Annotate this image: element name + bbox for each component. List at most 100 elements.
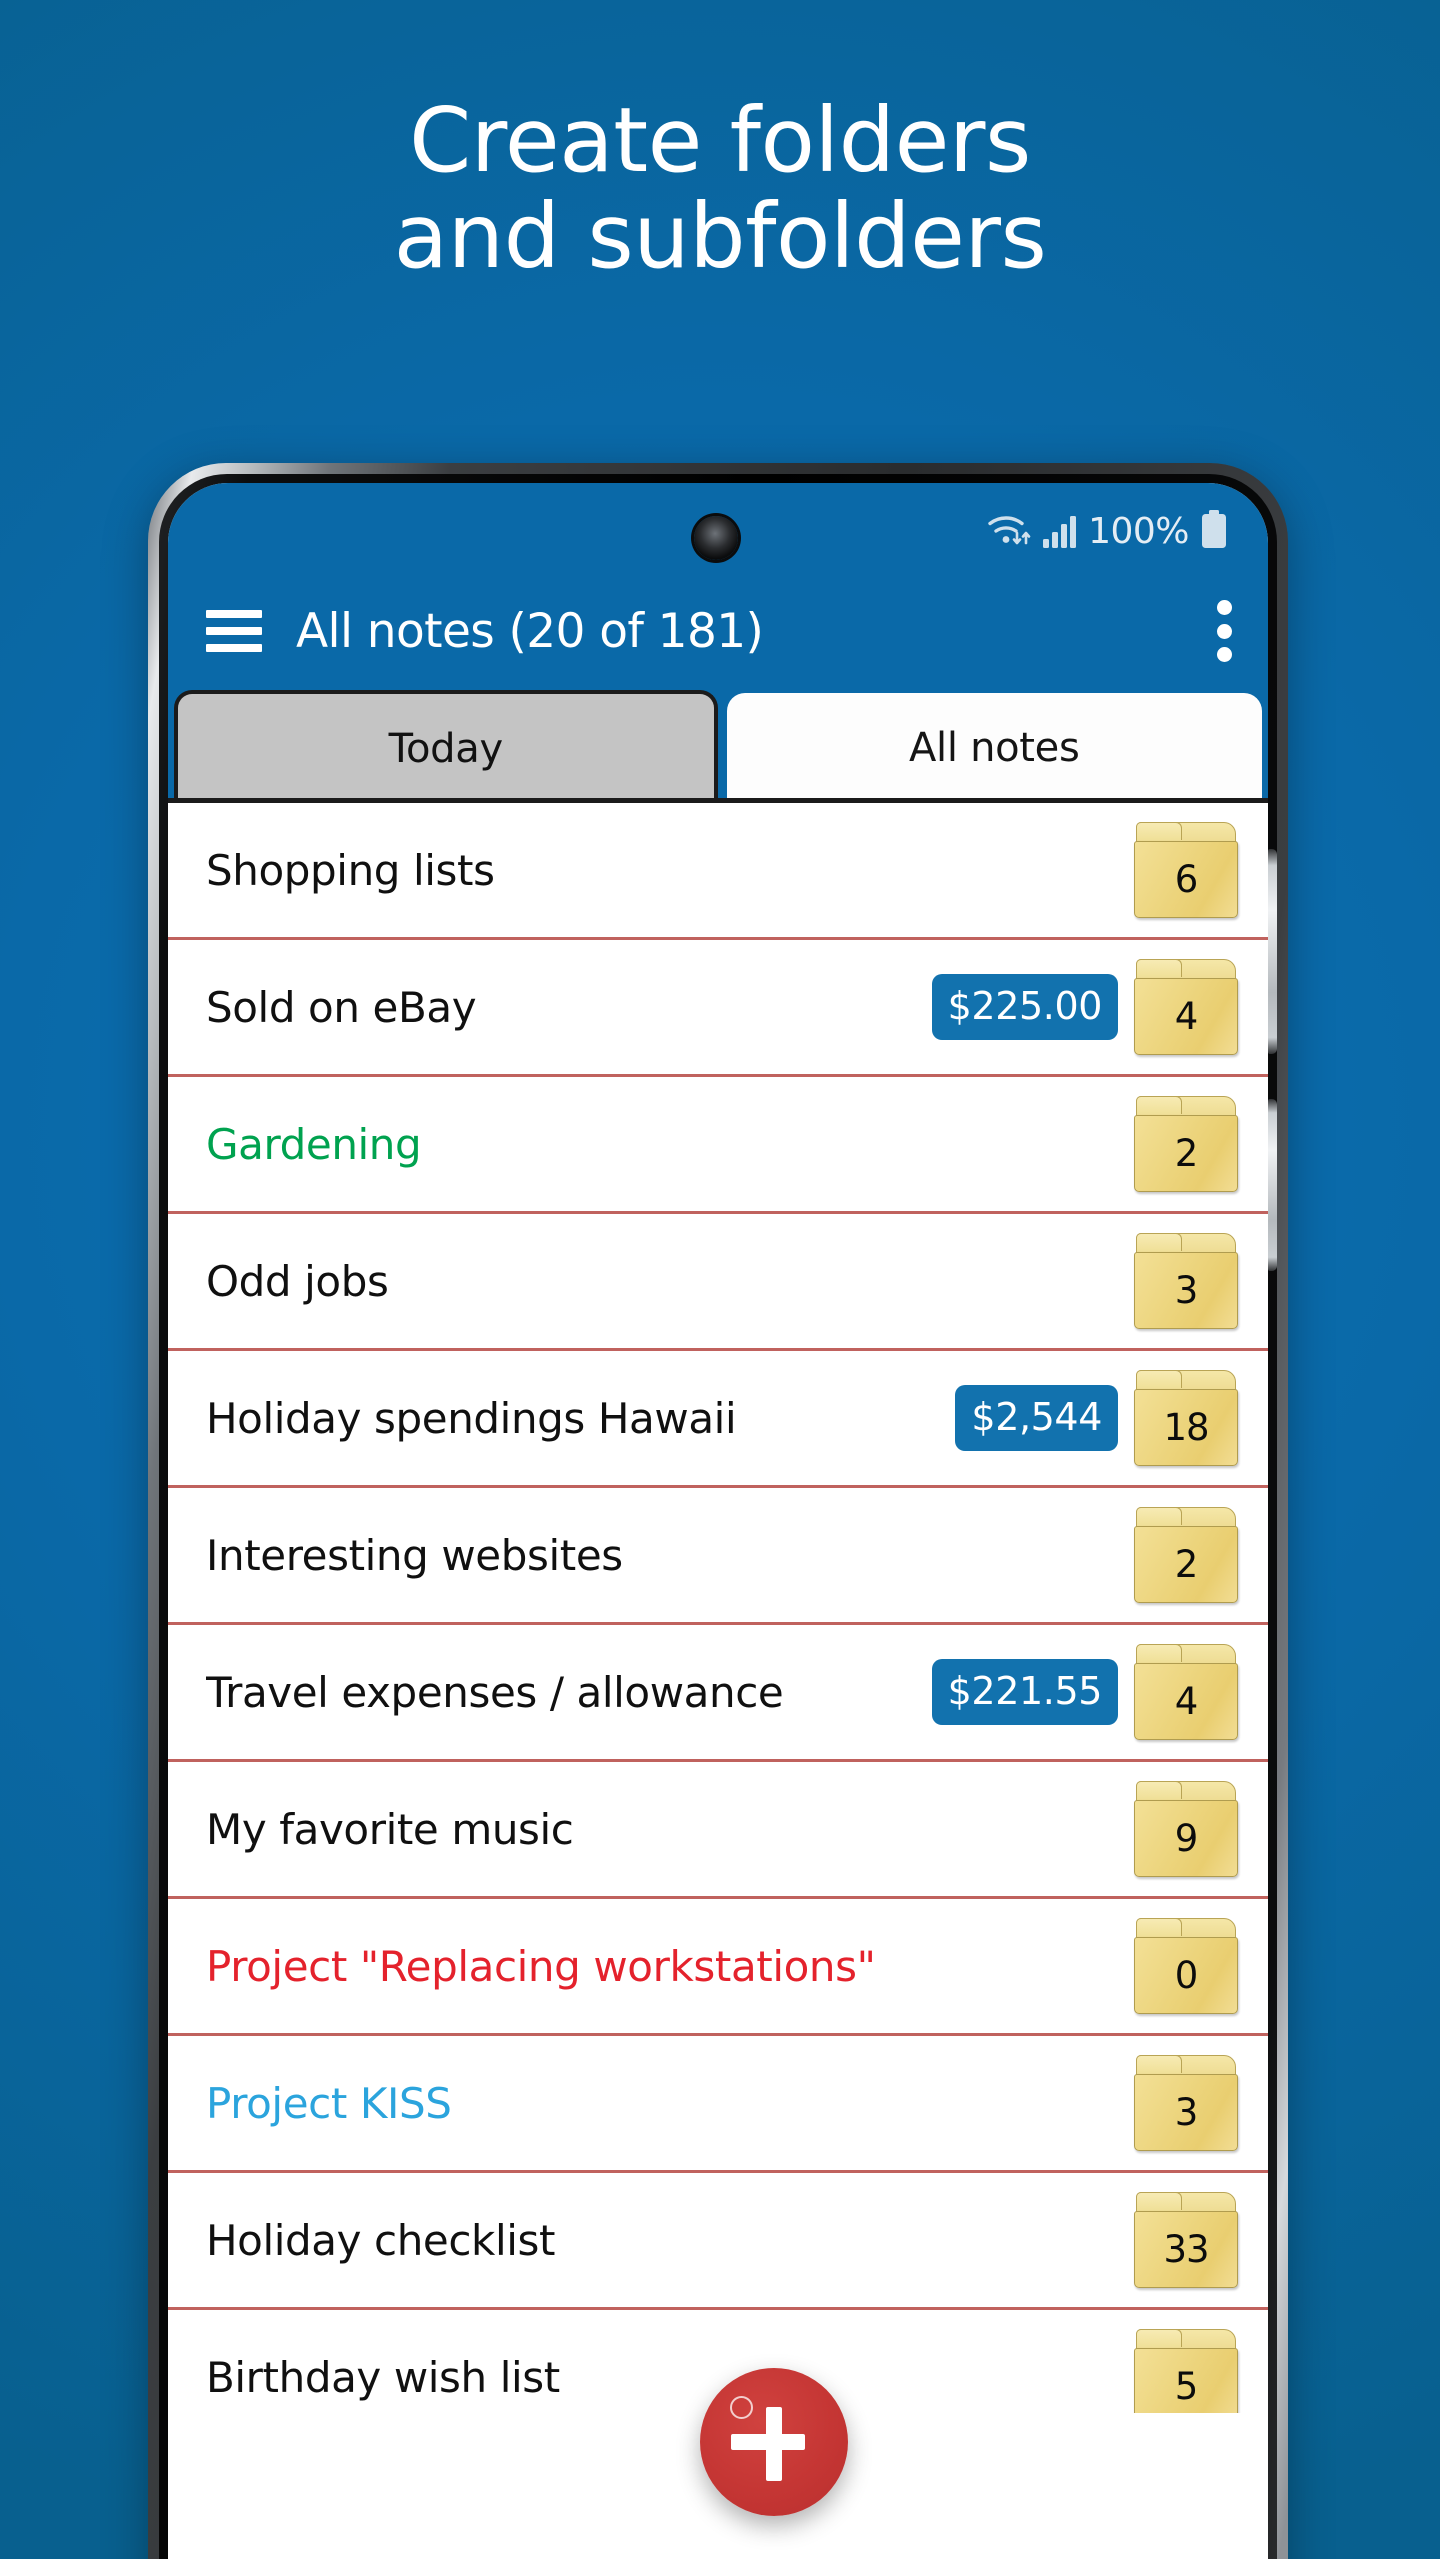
notes-list[interactable]: Shopping lists 6 Sold on eBay $225.00 4 Garde… [168, 803, 1268, 2413]
folder-tab [1136, 1096, 1182, 1114]
folder-front: 4 [1134, 1663, 1238, 1740]
volume-rocker-button[interactable] [1268, 849, 1277, 1054]
tab-all-notes[interactable]: All notes [726, 693, 1262, 803]
note-amount-badge: $225.00 [931, 974, 1118, 1040]
hamburger-menu-icon[interactable] [206, 610, 262, 652]
overflow-dot [1216, 647, 1232, 662]
folder-tab [1136, 822, 1182, 840]
folder-front: 9 [1134, 1800, 1238, 1877]
note-row-title: Holiday checklist [206, 2215, 556, 2265]
folder-front: 6 [1134, 841, 1238, 918]
folder-front: 2 [1134, 1526, 1238, 1603]
wifi-icon [986, 510, 1032, 555]
note-row-title: My favorite music [206, 1804, 574, 1854]
note-row[interactable]: Shopping lists 6 [168, 803, 1268, 940]
status-bar: 100% [168, 483, 1268, 577]
front-camera-icon [694, 516, 738, 560]
folder-count-label: 2 [1174, 1132, 1199, 1175]
folder-tab [1136, 1507, 1182, 1525]
app-bar: All notes (20 of 181) [168, 577, 1268, 685]
folder-count-label: 4 [1174, 1680, 1199, 1723]
folder-front: 5 [1134, 2348, 1238, 2413]
folder-icon[interactable]: 18 [1134, 1370, 1238, 1466]
note-row[interactable]: Holiday checklist 33 [168, 2173, 1268, 2310]
note-row-title: Odd jobs [206, 1256, 389, 1306]
fab-ripple [730, 2396, 753, 2419]
hamburger-bar [206, 610, 262, 618]
folder-icon[interactable]: 33 [1134, 2192, 1238, 2288]
folder-tab [1136, 2192, 1182, 2210]
note-row-title: Sold on eBay [206, 982, 477, 1032]
note-row-title: Project "Replacing workstations" [206, 1941, 876, 1991]
folder-icon[interactable]: 0 [1134, 1918, 1238, 2014]
folder-count-label: 9 [1174, 1817, 1199, 1860]
folder-tab [1136, 1233, 1182, 1251]
note-amount-badge: $221.55 [931, 1659, 1118, 1725]
app-bar-title: All notes (20 of 181) [296, 603, 764, 659]
folder-icon[interactable]: 9 [1134, 1781, 1238, 1877]
overflow-dot [1216, 623, 1232, 639]
tab-today[interactable]: Today [174, 690, 718, 803]
folder-icon[interactable]: 6 [1134, 822, 1238, 918]
folder-tab [1136, 1918, 1182, 1936]
folder-tab [1136, 959, 1182, 977]
folder-icon[interactable]: 3 [1134, 2055, 1238, 2151]
promo-screenshot: Create folders and subfolders 100% All n… [0, 0, 1440, 2559]
folder-count-label: 0 [1174, 1954, 1199, 1997]
note-row[interactable]: Travel expenses / allowance $221.55 4 [168, 1625, 1268, 1762]
overflow-dot [1216, 600, 1232, 615]
folder-front: 3 [1134, 2074, 1238, 2151]
power-button[interactable] [1268, 1099, 1277, 1271]
folder-icon[interactable]: 4 [1134, 959, 1238, 1055]
note-row[interactable]: Interesting websites 2 [168, 1488, 1268, 1625]
note-row[interactable]: Odd jobs 3 [168, 1214, 1268, 1351]
note-row[interactable]: My favorite music 9 [168, 1762, 1268, 1899]
folder-icon[interactable]: 4 [1134, 1644, 1238, 1740]
folder-count-label: 3 [1174, 2091, 1199, 2134]
phone-bezel: 100% All notes (20 of 181) Today All not… [159, 474, 1277, 2559]
note-row-title: Birthday wish list [206, 2352, 560, 2402]
headline-line-1: Create folders [409, 88, 1031, 192]
add-note-fab[interactable] [700, 2368, 848, 2516]
folder-tab [1136, 1781, 1182, 1799]
phone-mockup: 100% All notes (20 of 181) Today All not… [148, 463, 1288, 2559]
note-row-title: Interesting websites [206, 1530, 623, 1580]
folder-front: 0 [1134, 1937, 1238, 2014]
note-row[interactable]: Project KISS 3 [168, 2036, 1268, 2173]
note-row[interactable]: Project "Replacing workstations" 0 [168, 1899, 1268, 2036]
note-row[interactable]: Holiday spendings Hawaii $2,544 18 [168, 1351, 1268, 1488]
note-row[interactable]: Sold on eBay $225.00 4 [168, 940, 1268, 1077]
folder-count-label: 2 [1174, 1543, 1199, 1586]
folder-front: 33 [1134, 2211, 1238, 2288]
phone-screen: 100% All notes (20 of 181) Today All not… [168, 483, 1268, 2559]
folder-count-label: 4 [1174, 995, 1199, 1038]
folder-tab [1136, 1644, 1182, 1662]
folder-count-label: 18 [1163, 1406, 1209, 1449]
note-row[interactable]: Gardening 2 [168, 1077, 1268, 1214]
note-row-title: Holiday spendings Hawaii [206, 1393, 737, 1443]
note-row-title: Project KISS [206, 2078, 452, 2128]
folder-tab [1136, 2329, 1182, 2347]
folder-count-label: 5 [1174, 2365, 1199, 2408]
note-row-title: Travel expenses / allowance [206, 1667, 784, 1717]
note-row-title: Gardening [206, 1119, 422, 1169]
folder-icon[interactable]: 3 [1134, 1233, 1238, 1329]
battery-full-icon [1200, 509, 1228, 555]
signal-bars-icon [1043, 512, 1077, 553]
folder-front: 2 [1134, 1115, 1238, 1192]
hamburger-bar [206, 627, 262, 635]
folder-front: 3 [1134, 1252, 1238, 1329]
folder-front: 18 [1134, 1389, 1238, 1466]
folder-front: 4 [1134, 978, 1238, 1055]
folder-count-label: 33 [1163, 2228, 1209, 2271]
battery-percent-label: 100% [1088, 511, 1189, 552]
headline-line-2: and subfolders [393, 184, 1047, 289]
folder-icon[interactable]: 2 [1134, 1096, 1238, 1192]
folder-tab [1136, 1370, 1182, 1388]
add-plus-icon [731, 2434, 805, 2450]
folder-count-label: 6 [1174, 858, 1199, 901]
promo-headline: Create folders and subfolders [0, 92, 1440, 284]
folder-icon[interactable]: 2 [1134, 1507, 1238, 1603]
folder-icon[interactable]: 5 [1134, 2329, 1238, 2413]
overflow-menu-icon[interactable] [1216, 600, 1232, 662]
